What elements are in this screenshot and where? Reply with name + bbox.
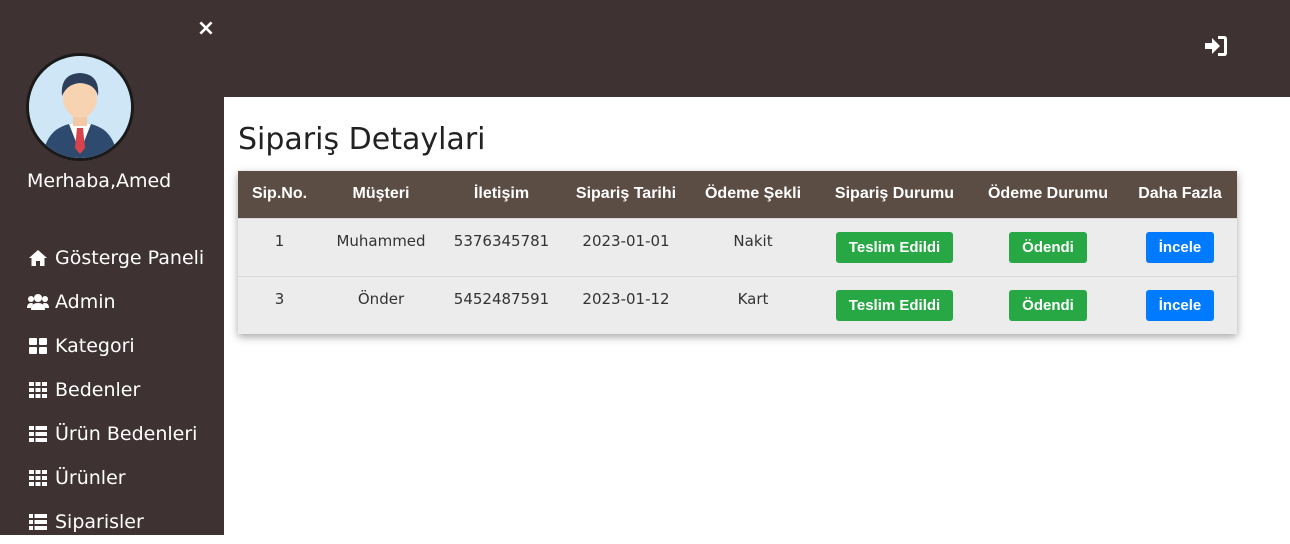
home-icon bbox=[27, 249, 49, 267]
cell-payment-status: Ödendi bbox=[973, 276, 1123, 334]
th-icon bbox=[27, 469, 49, 487]
sidebar-item-label: Siparisler bbox=[55, 511, 144, 533]
sidebar-item-bedenler[interactable]: Bedenler bbox=[27, 368, 204, 412]
sidebar-menu: Gösterge Paneli Admin Kategori Bedenler … bbox=[27, 236, 204, 544]
sidebar-item-dashboard[interactable]: Gösterge Paneli bbox=[27, 236, 204, 280]
cell-action: İncele bbox=[1123, 218, 1237, 276]
sidebar-item-siparisler[interactable]: Siparisler bbox=[27, 500, 204, 544]
sidebar-item-admin[interactable]: Admin bbox=[27, 280, 204, 324]
sidebar-item-label: Admin bbox=[55, 291, 116, 313]
payment-status-button[interactable]: Ödendi bbox=[1009, 289, 1087, 321]
sidebar-item-label: Gösterge Paneli bbox=[55, 247, 205, 269]
orders-table: Sip.No. Müşteri İletişim Sipariş Tarihi … bbox=[238, 171, 1237, 334]
sidebar-item-urun-bedenleri[interactable]: Ürün Bedenleri bbox=[27, 412, 204, 456]
column-header: Sipariş Durumu bbox=[834, 185, 955, 203]
sidebar-item-kategori[interactable]: Kategori bbox=[27, 324, 204, 368]
page-title: Sipariş Detaylari bbox=[238, 122, 486, 157]
greeting-text: Merhaba,Amed bbox=[27, 170, 172, 192]
sidebar-item-urunler[interactable]: Ürünler bbox=[27, 456, 204, 500]
cell-payment-method: Nakit bbox=[733, 232, 773, 250]
inspect-button[interactable]: İncele bbox=[1145, 289, 1215, 321]
cell-contact: 5376345781 bbox=[453, 232, 550, 250]
column-header: Daha Fazla bbox=[1138, 185, 1222, 203]
th-list-icon bbox=[27, 425, 49, 443]
cell-order-status: Teslim Edildi bbox=[816, 276, 973, 334]
column-header: Ödeme Şekli bbox=[704, 185, 802, 203]
cell-order-date: 2023-01-12 bbox=[582, 290, 670, 309]
cell-customer: Muhammed bbox=[336, 232, 426, 250]
cell-action: İncele bbox=[1123, 276, 1237, 334]
order-status-button[interactable]: Teslim Edildi bbox=[835, 231, 954, 263]
order-status-button[interactable]: Teslim Edildi bbox=[835, 289, 954, 321]
sidebar: × Merhaba,Amed Gösterge Paneli Admin Kat… bbox=[0, 0, 224, 535]
table-row: 1 Muhammed 5376345781 2023-01-01 Nakit T… bbox=[238, 218, 1237, 276]
user-avatar-icon bbox=[29, 56, 131, 158]
payment-status-button[interactable]: Ödendi bbox=[1009, 231, 1087, 263]
inspect-button[interactable]: İncele bbox=[1145, 231, 1215, 263]
sign-in-icon[interactable] bbox=[1203, 34, 1229, 58]
close-sidebar-button[interactable]: × bbox=[195, 18, 217, 40]
column-header: Sipariş Tarihi bbox=[575, 185, 677, 203]
top-bar bbox=[224, 0, 1290, 97]
sidebar-item-label: Ürünler bbox=[55, 467, 126, 489]
cell-order-status: Teslim Edildi bbox=[816, 218, 973, 276]
orders-table-card: Sip.No. Müşteri İletişim Sipariş Tarihi … bbox=[238, 171, 1237, 334]
cell-contact: 5452487591 bbox=[453, 290, 550, 309]
column-header: Sip.No. bbox=[251, 185, 308, 203]
list-icon bbox=[27, 513, 49, 531]
column-header: İletişim bbox=[473, 185, 530, 203]
cell-order-date: 2023-01-01 bbox=[582, 232, 670, 250]
sidebar-item-label: Kategori bbox=[55, 335, 135, 357]
avatar bbox=[26, 53, 134, 161]
th-icon bbox=[27, 381, 49, 399]
cell-payment-status: Ödendi bbox=[973, 218, 1123, 276]
column-header: Ödeme Durumu bbox=[987, 185, 1108, 203]
cell-order-no: 3 bbox=[274, 290, 285, 309]
table-header-row: Sip.No. Müşteri İletişim Sipariş Tarihi … bbox=[238, 171, 1237, 218]
sidebar-item-label: Ürün Bedenleri bbox=[55, 423, 198, 445]
th-large-icon bbox=[27, 337, 49, 355]
sidebar-item-label: Bedenler bbox=[55, 379, 141, 401]
table-row: 3 Önder 5452487591 2023-01-12 Kart Tesli… bbox=[238, 276, 1237, 334]
users-icon bbox=[27, 293, 49, 311]
cell-payment-method: Kart bbox=[737, 290, 769, 309]
cell-order-no: 1 bbox=[274, 232, 285, 250]
column-header: Müşteri bbox=[352, 185, 410, 203]
cell-customer: Önder bbox=[357, 290, 405, 309]
